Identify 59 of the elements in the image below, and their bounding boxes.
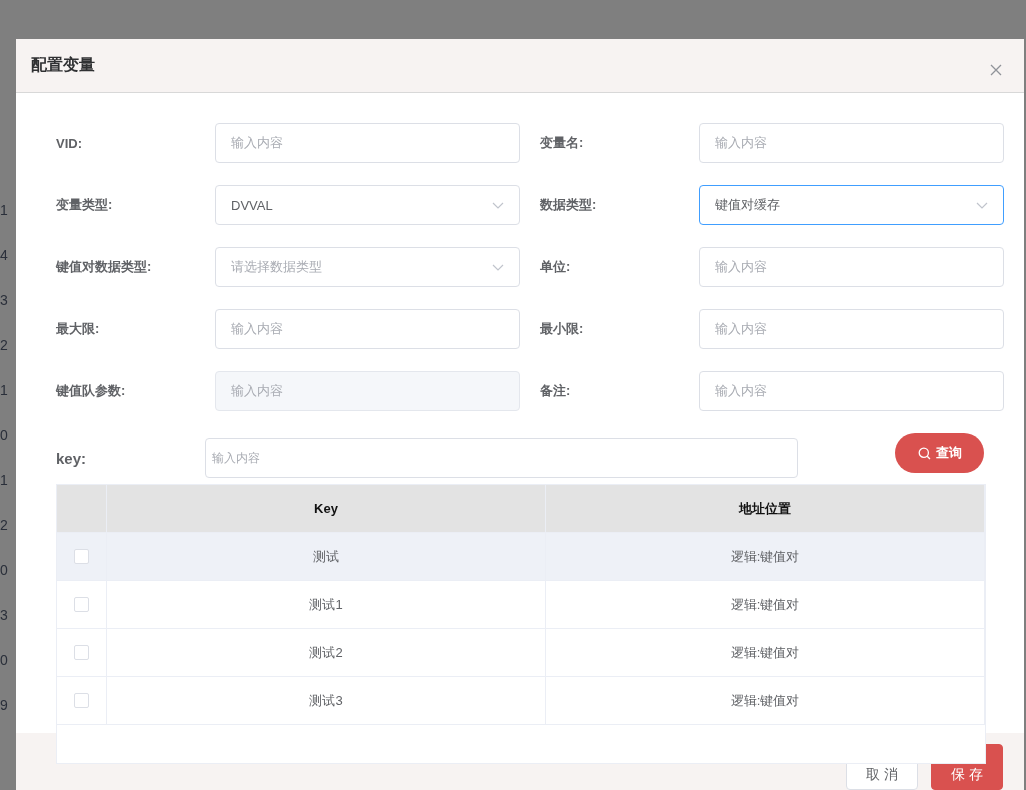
table-cell: 逻辑:键值对 (546, 581, 985, 628)
table-cell: 0 (0, 562, 9, 578)
input-field[interactable]: 输入内容 (215, 371, 520, 411)
field-label: key: (56, 449, 88, 467)
table-cell: 测试3 (107, 677, 546, 724)
search-icon (917, 446, 931, 460)
chevron-down-icon (976, 201, 988, 209)
checkbox[interactable] (74, 549, 89, 564)
search-field[interactable]: 输入内容 (205, 438, 798, 478)
select-field[interactable]: 请选择数据类型 (215, 247, 520, 287)
table-cell: 9 (0, 697, 9, 713)
table-cell: 测试 (107, 533, 546, 580)
table-cell: 4 (0, 247, 9, 263)
field-label: 最大限: (56, 320, 101, 338)
field-label: 最小限: (540, 320, 585, 338)
table-cell: 逻辑:键值对 (546, 677, 985, 724)
table-cell: 0 (0, 427, 9, 443)
table-cell: 逻辑:键值对 (546, 533, 985, 580)
input-field[interactable]: 输入内容 (699, 247, 1004, 287)
field-label: VID: (56, 135, 83, 151)
column-header: 地址位置 (546, 485, 985, 532)
dialog-title: 配置变量 (31, 55, 95, 75)
checkbox[interactable] (74, 597, 89, 612)
field-label: 数据类型: (540, 196, 598, 214)
table-cell: 1 (0, 382, 9, 398)
table-cell: 1 (0, 472, 9, 488)
select-field[interactable]: 键值对缓存 (699, 185, 1004, 225)
input-field[interactable]: 输入内容 (699, 123, 1004, 163)
input-field[interactable]: 输入内容 (699, 309, 1004, 349)
table-row[interactable]: 测试3 逻辑:键值对 (57, 677, 985, 725)
table-cell: 3 (0, 292, 9, 308)
search-button[interactable]: 查询 (895, 433, 984, 473)
field-label: 键值对数据类型: (56, 258, 153, 276)
table-cell: 测试1 (107, 581, 546, 628)
input-field[interactable]: 输入内容 (699, 371, 1004, 411)
table-cell: 测试2 (107, 629, 546, 676)
field-label: 变量名: (540, 134, 585, 152)
input-field[interactable]: 输入内容 (215, 123, 520, 163)
checkbox[interactable] (74, 693, 89, 708)
table-cell: 0 (0, 652, 9, 668)
table-cell: 逻辑:键值对 (546, 629, 985, 676)
close-icon[interactable] (990, 63, 1002, 76)
select-field[interactable]: DVVAL (215, 185, 520, 225)
field-label: 备注: (540, 382, 572, 400)
chevron-down-icon (492, 201, 504, 209)
checkbox[interactable] (74, 645, 89, 660)
table-cell: 1 (0, 202, 9, 218)
field-label: 单位: (540, 258, 572, 276)
table-cell: 2 (0, 517, 9, 533)
table-row[interactable]: 测试 逻辑:键值对 (57, 533, 985, 581)
input-field[interactable]: 输入内容 (215, 309, 520, 349)
table-cell: 2 (0, 337, 9, 353)
table-cell: 3 (0, 607, 9, 623)
chevron-down-icon (492, 263, 504, 271)
column-header: Key (107, 485, 546, 532)
table-row[interactable]: 测试2 逻辑:键值对 (57, 629, 985, 677)
field-label: 变量类型: (56, 196, 114, 214)
table-row[interactable]: 测试1 逻辑:键值对 (57, 581, 985, 629)
field-label: 键值队参数: (56, 382, 127, 400)
